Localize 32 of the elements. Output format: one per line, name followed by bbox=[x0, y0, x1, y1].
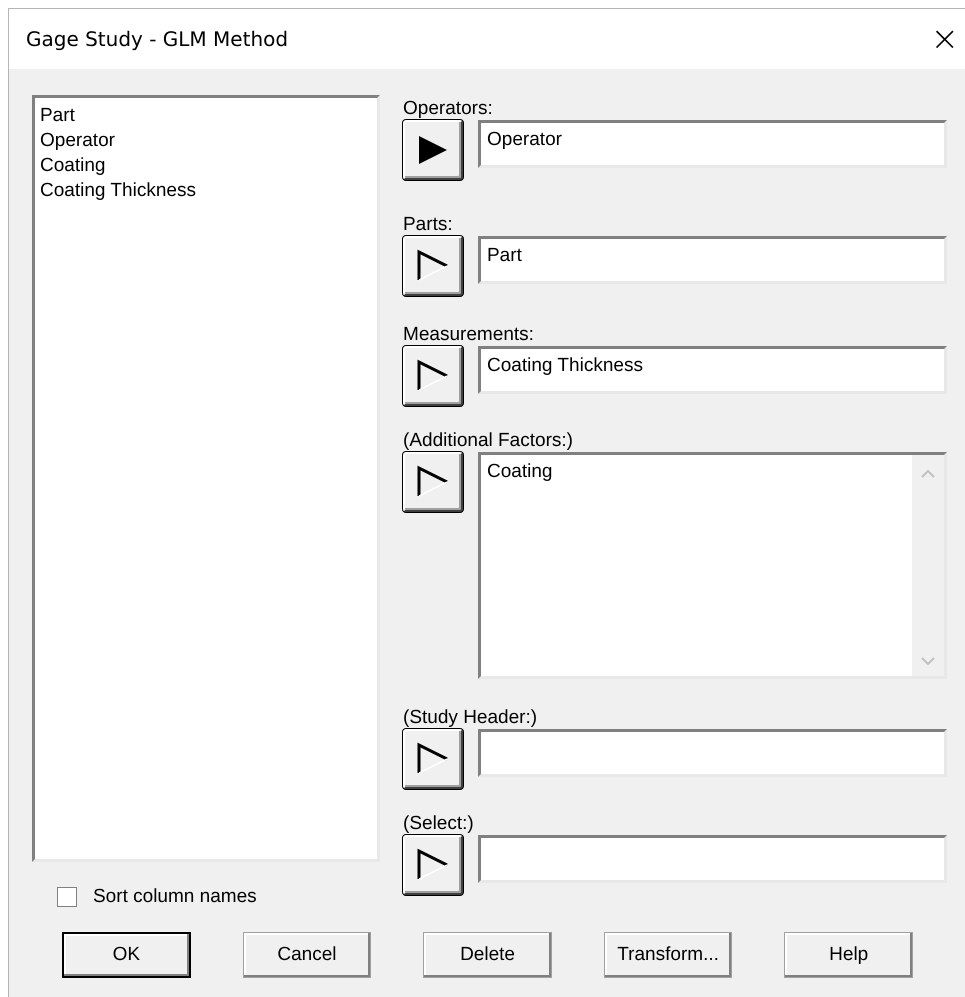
arrow-button[interactable] bbox=[403, 729, 463, 789]
input-field[interactable] bbox=[478, 835, 947, 883]
column-item[interactable]: Coating bbox=[40, 153, 372, 178]
dialog-button[interactable]: OK bbox=[62, 932, 191, 978]
field-value: Coating bbox=[487, 461, 554, 483]
column-item[interactable]: Part bbox=[40, 103, 372, 128]
dialog-button[interactable]: Help bbox=[784, 932, 913, 978]
field-label: (Additional Factors:) bbox=[403, 430, 574, 452]
field-label: Operators: bbox=[403, 98, 494, 120]
field-label: Parts: bbox=[403, 214, 454, 236]
arrow-button[interactable] bbox=[403, 346, 463, 406]
arrow-button[interactable] bbox=[403, 835, 463, 895]
column-list[interactable]: Part Operator Coating Coating Thickness bbox=[32, 95, 380, 862]
dialog-button[interactable]: Delete bbox=[423, 932, 552, 978]
close-button[interactable]: × bbox=[930, 22, 959, 56]
checkbox[interactable] bbox=[57, 887, 77, 907]
column-item[interactable]: Operator bbox=[40, 128, 372, 153]
checkbox-label: Sort column names bbox=[93, 886, 257, 908]
input-field[interactable]: Coating Thickness bbox=[478, 346, 947, 394]
input-field[interactable] bbox=[478, 729, 947, 777]
arrow-button[interactable] bbox=[403, 452, 463, 512]
field-label: (Select:) bbox=[403, 813, 475, 835]
field-label: (Study Header:) bbox=[403, 707, 538, 729]
input-field[interactable]: Part bbox=[478, 236, 947, 284]
dialog-button[interactable]: Transform... bbox=[604, 932, 732, 978]
arrow-button[interactable] bbox=[403, 236, 463, 296]
arrow-button[interactable] bbox=[403, 120, 463, 180]
dialog-button[interactable]: Cancel bbox=[242, 932, 372, 978]
input-field[interactable]: Operator bbox=[478, 120, 947, 168]
column-item[interactable]: Coating Thickness bbox=[40, 178, 372, 203]
window-title: Gage Study - GLM Method bbox=[26, 27, 288, 51]
field-label: Measurements: bbox=[403, 324, 535, 346]
